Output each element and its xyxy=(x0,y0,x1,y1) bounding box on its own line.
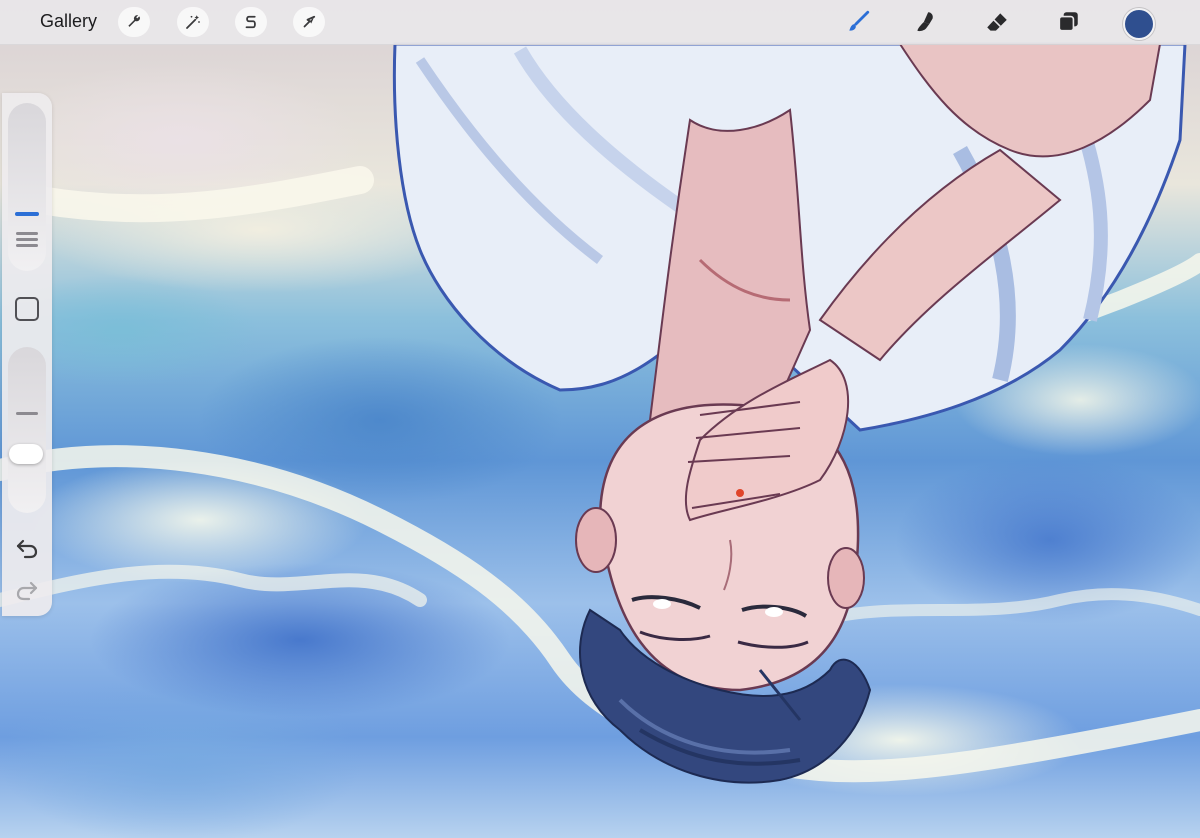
wrench-icon xyxy=(128,15,141,27)
brush-tool-button[interactable] xyxy=(842,7,874,37)
smudge-icon xyxy=(917,12,933,32)
redo-icon xyxy=(16,581,38,601)
layers-button[interactable] xyxy=(1052,7,1084,37)
layers-icon xyxy=(1058,12,1078,32)
left-sidebar xyxy=(2,93,52,616)
adjustments-button[interactable] xyxy=(177,7,209,37)
opacity-marker xyxy=(16,412,38,415)
eraser-tool-button[interactable] xyxy=(981,7,1013,37)
modify-button[interactable] xyxy=(15,297,39,321)
eraser-icon xyxy=(987,13,1007,31)
transform-button[interactable] xyxy=(293,7,325,37)
magic-wand-icon xyxy=(186,15,200,29)
top-toolbar: Gallery xyxy=(0,0,1200,45)
selection-s-icon xyxy=(245,15,256,29)
brush-opacity-slider[interactable] xyxy=(8,347,46,513)
artwork xyxy=(0,42,1200,784)
color-picker-swatch[interactable] xyxy=(1123,8,1155,40)
undo-button[interactable] xyxy=(12,535,42,561)
gallery-button[interactable]: Gallery xyxy=(40,11,97,32)
actions-button[interactable] xyxy=(118,7,150,37)
size-grip-lines xyxy=(16,232,38,250)
selection-button[interactable] xyxy=(235,7,267,37)
brush-size-thumb[interactable] xyxy=(15,212,39,216)
brush-icon xyxy=(849,10,870,31)
arrow-cursor-icon xyxy=(303,15,316,28)
drawing-canvas[interactable] xyxy=(0,0,1200,838)
redo-button[interactable] xyxy=(12,577,42,603)
brush-opacity-thumb[interactable] xyxy=(9,444,43,464)
undo-icon xyxy=(16,539,38,559)
smudge-tool-button[interactable] xyxy=(910,7,942,37)
